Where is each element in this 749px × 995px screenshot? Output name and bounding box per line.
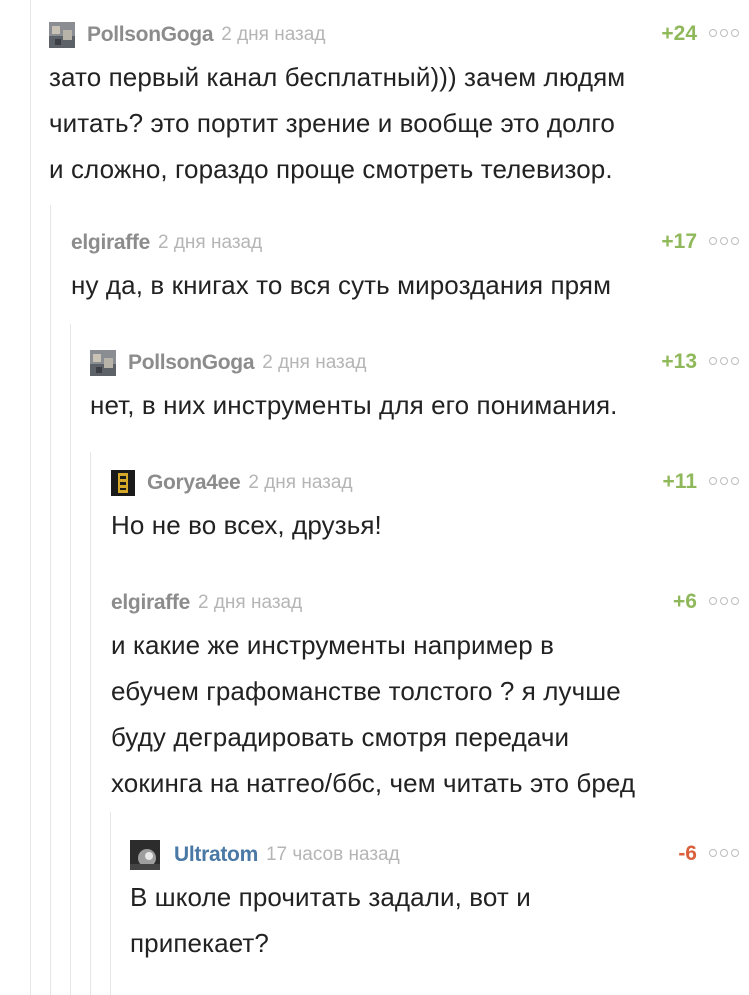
comment-rating: +11 bbox=[662, 470, 697, 493]
comment-header: elgiraffe 2 дня назад +17 bbox=[71, 228, 749, 258]
comment-author[interactable]: elgiraffe bbox=[111, 591, 190, 615]
comment-text-line: и сложно, гораздо проще смотреть телевиз… bbox=[49, 154, 613, 184]
comment: Gorya4ee 2 дня назад +11 Но не во всех, … bbox=[111, 468, 749, 548]
comment-text-line: зато первый канал бесплатный))) зачем лю… bbox=[49, 62, 626, 92]
comment-text: и какие же инструменты например в ебучем… bbox=[111, 622, 749, 806]
more-options-icon[interactable] bbox=[709, 357, 739, 365]
comment-text-line: буду деградировать смотря передачи bbox=[111, 722, 570, 752]
comment-text-line: читать? это портит зрение и вообще это д… bbox=[49, 108, 615, 138]
comment-text-line: В школе прочитать задали, вот и bbox=[130, 882, 531, 912]
comment-text-line: ебучем графоманстве толстого ? я лучше bbox=[111, 676, 621, 706]
comment-author[interactable]: Ultratom bbox=[174, 843, 258, 867]
thread-line bbox=[50, 205, 51, 995]
comment-text: В школе прочитать задали, вот и припекае… bbox=[130, 874, 749, 966]
comment-rating: -6 bbox=[678, 842, 697, 865]
comment-text-line: Но не во всех, друзья! bbox=[111, 510, 382, 540]
comment-text-line: припекает? bbox=[130, 928, 269, 958]
user-avatar[interactable] bbox=[49, 22, 75, 48]
comment: elgiraffe 2 дня назад +6 и какие же инст… bbox=[111, 588, 749, 806]
comment-header: elgiraffe 2 дня назад +6 bbox=[111, 588, 749, 618]
comment-header: Gorya4ee 2 дня назад +11 bbox=[111, 468, 749, 498]
comment-author[interactable]: elgiraffe bbox=[71, 231, 150, 255]
thread-line bbox=[70, 324, 71, 995]
user-avatar[interactable] bbox=[130, 840, 160, 870]
thread-line bbox=[30, 0, 31, 995]
comment-text: ну да, в книгах то вся суть мироздания п… bbox=[71, 262, 749, 308]
comment-rating: +13 bbox=[661, 350, 697, 373]
comment-time[interactable]: 2 дня назад bbox=[158, 232, 262, 254]
user-avatar[interactable] bbox=[90, 350, 116, 376]
comment-rating: +17 bbox=[661, 230, 697, 253]
comment: PollsonGoga 2 дня назад +13 нет, в них и… bbox=[90, 348, 749, 428]
comment-text-line: хокинга на натгео/ббс, чем читать это бр… bbox=[111, 768, 636, 798]
user-avatar[interactable] bbox=[111, 470, 135, 496]
more-options-icon[interactable] bbox=[709, 849, 739, 857]
comment-author[interactable]: PollsonGoga bbox=[128, 351, 255, 375]
comment: elgiraffe 2 дня назад +17 ну да, в книга… bbox=[71, 228, 749, 308]
comment: Ultratom 17 часов назад -6 В школе прочи… bbox=[130, 840, 749, 966]
more-options-icon[interactable] bbox=[709, 29, 739, 37]
comment-time[interactable]: 2 дня назад bbox=[248, 472, 352, 494]
comment-header: PollsonGoga 2 дня назад +13 bbox=[90, 348, 749, 378]
more-options-icon[interactable] bbox=[709, 477, 739, 485]
comment-header: PollsonGoga 2 дня назад +24 bbox=[49, 20, 749, 50]
comment-rating: +24 bbox=[661, 22, 697, 45]
comment-time[interactable]: 2 дня назад bbox=[262, 352, 366, 374]
comment-header: Ultratom 17 часов назад -6 bbox=[130, 840, 749, 870]
comment-author[interactable]: Gorya4ee bbox=[147, 471, 241, 495]
more-options-icon[interactable] bbox=[709, 237, 739, 245]
thread-line bbox=[90, 452, 91, 995]
comment-text-line: ну да, в книгах то вся суть мироздания п… bbox=[71, 270, 612, 300]
comment-text: нет, в них инструменты для его понимания… bbox=[90, 382, 749, 428]
comment-text: зато первый канал бесплатный))) зачем лю… bbox=[49, 54, 749, 192]
comment-time[interactable]: 2 дня назад bbox=[198, 592, 302, 614]
thread-line bbox=[110, 812, 111, 995]
comment: PollsonGoga 2 дня назад +24 зато первый … bbox=[49, 20, 749, 192]
comment-author[interactable]: PollsonGoga bbox=[87, 23, 214, 47]
comment-text-line: нет, в них инструменты для его понимания… bbox=[90, 390, 618, 420]
comment-rating: +6 bbox=[673, 590, 697, 613]
comment-time[interactable]: 2 дня назад bbox=[221, 24, 325, 46]
more-options-icon[interactable] bbox=[709, 597, 739, 605]
comment-text: Но не во всех, друзья! bbox=[111, 502, 749, 548]
comment-text-line: и какие же инструменты например в bbox=[111, 630, 555, 660]
comment-time[interactable]: 17 часов назад bbox=[266, 844, 400, 866]
